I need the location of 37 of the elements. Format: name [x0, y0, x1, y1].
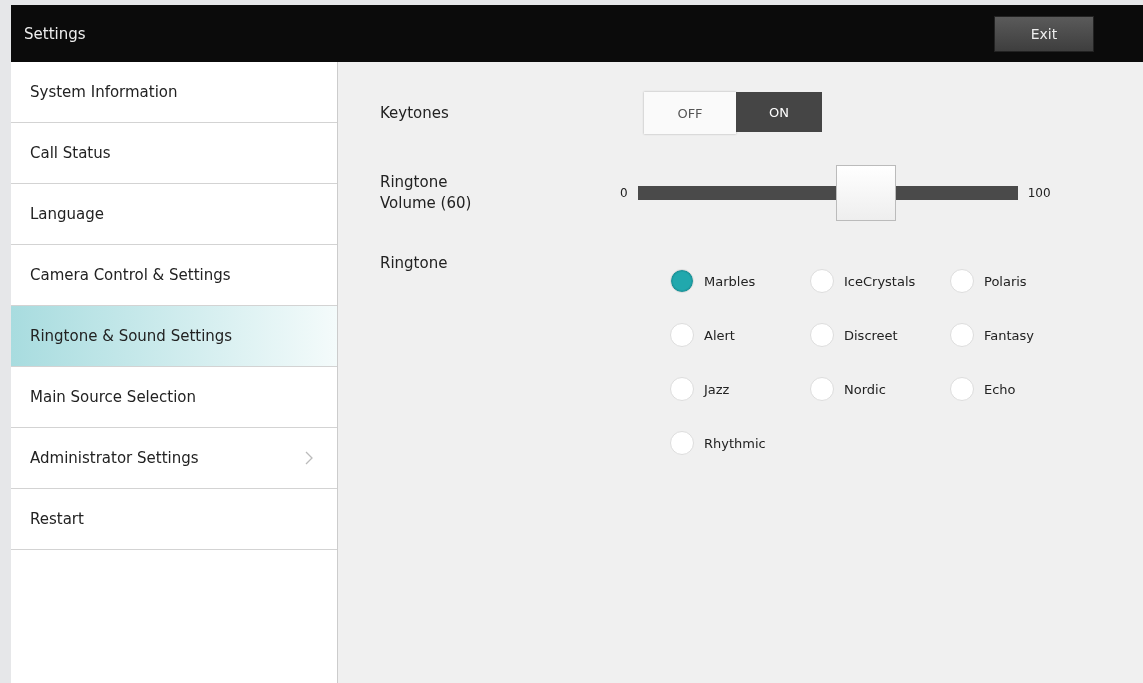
sidebar-item[interactable]: Ringtone & Sound Settings — [11, 306, 337, 367]
setting-label: Ringtone Volume (60) — [380, 172, 473, 214]
slider-thumb[interactable] — [835, 165, 896, 221]
exit-button[interactable]: Exit — [994, 15, 1094, 52]
sidebar-item[interactable]: System Information — [11, 62, 337, 123]
radio-button[interactable] — [950, 377, 974, 401]
sidebar-item[interactable]: Administrator Settings — [11, 428, 337, 489]
sidebar-item[interactable]: Call Status — [11, 123, 337, 184]
radio-button[interactable] — [670, 269, 694, 293]
toggle-option[interactable]: OFF — [644, 92, 736, 134]
radio-label[interactable]: Polaris — [984, 273, 1027, 289]
slider-max-label: 100 — [1027, 186, 1051, 200]
radio-button[interactable] — [810, 269, 834, 293]
radio-button[interactable] — [810, 323, 834, 347]
radio-label[interactable]: Rhythmic — [704, 435, 766, 451]
radio-label[interactable]: Marbles — [704, 273, 756, 289]
window-title: Settings — [24, 24, 86, 43]
radio-label[interactable]: IceCrystals — [844, 273, 916, 289]
toggle-option[interactable]: ON — [736, 92, 822, 132]
radio-button[interactable] — [950, 269, 974, 293]
radio-label[interactable]: Echo — [984, 381, 1016, 397]
setting-label: Keytones — [380, 104, 450, 122]
radio-label[interactable]: Nordic — [844, 381, 886, 397]
radio-button[interactable] — [950, 323, 974, 347]
sidebar-item[interactable]: Language — [11, 184, 337, 245]
radio-label[interactable]: Alert — [704, 327, 735, 343]
radio-button[interactable] — [670, 323, 694, 347]
radio-button[interactable] — [670, 431, 694, 455]
sidebar-item[interactable]: Restart — [11, 489, 337, 550]
radio-button[interactable] — [810, 377, 834, 401]
radio-label[interactable]: Fantasy — [984, 327, 1035, 343]
radio-label[interactable]: Jazz — [704, 381, 730, 397]
sidebar-item[interactable]: Main Source Selection — [11, 367, 337, 428]
slider-min-label: 0 — [620, 186, 628, 200]
setting-label: Ringtone — [380, 254, 449, 274]
radio-button[interactable] — [670, 377, 694, 401]
radio-label[interactable]: Discreet — [844, 327, 898, 343]
